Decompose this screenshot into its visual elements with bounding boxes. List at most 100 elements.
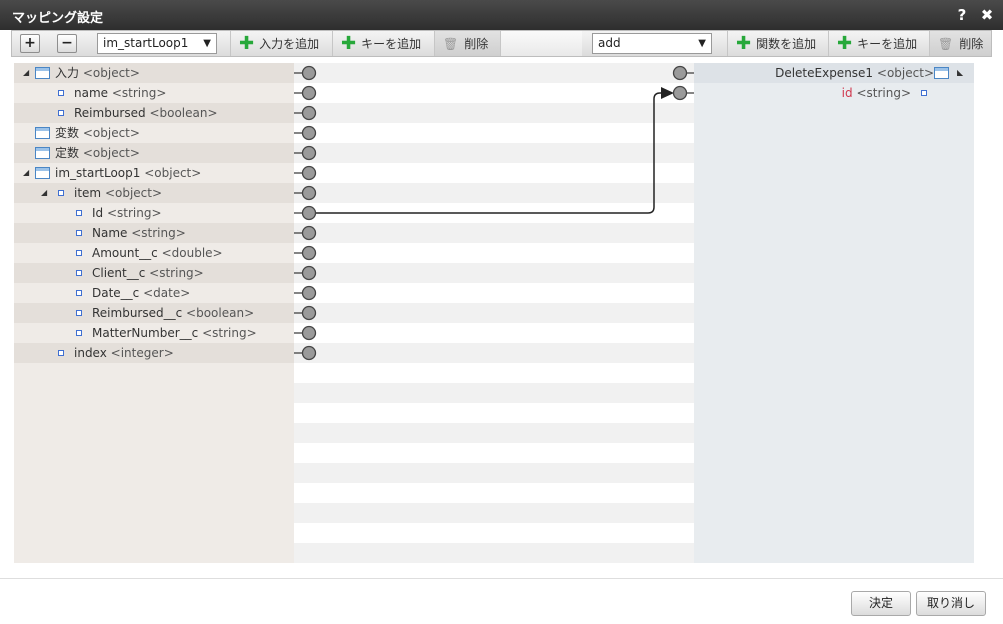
object-icon <box>35 167 50 179</box>
canvas-row <box>294 503 694 523</box>
source-tree-row[interactable]: name <string> <box>14 83 294 103</box>
canvas-row <box>294 183 694 203</box>
canvas-row <box>294 523 694 543</box>
node-type: <double> <box>161 246 223 260</box>
source-tree-row[interactable]: 変数 <object> <box>14 123 294 143</box>
canvas-row <box>294 243 694 263</box>
trash-icon: 🗑 <box>938 36 954 51</box>
canvas-row <box>294 63 694 83</box>
node-name: Reimbursed <box>74 106 146 120</box>
add-input-label: 入力を追加 <box>259 37 320 51</box>
trash-icon: 🗑 <box>443 36 459 51</box>
canvas-row <box>294 363 694 383</box>
canvas-row <box>294 263 694 283</box>
dialog-title: マッピング設定 <box>12 11 104 26</box>
node-name: 変数 <box>55 126 80 140</box>
node-name: Reimbursed__c <box>92 306 183 320</box>
canvas-row <box>294 303 694 323</box>
ok-button[interactable]: 決定 <box>851 591 911 616</box>
node-name: index <box>74 346 107 360</box>
function-select-value: add <box>598 36 621 50</box>
add-key-right-label: キーを追加 <box>857 37 918 51</box>
delete-right-button[interactable]: 🗑 削除 <box>929 31 991 56</box>
plus-icon: ✚ <box>239 32 255 54</box>
add-input-button[interactable]: ✚ 入力を追加 <box>230 31 330 56</box>
dialog-footer: 決定 取り消し <box>0 578 1003 624</box>
source-tree-row[interactable]: Amount__c <double> <box>14 243 294 263</box>
node-name: im_startLoop1 <box>55 166 141 180</box>
canvas-row <box>294 143 694 163</box>
delete-left-button[interactable]: 🗑 削除 <box>434 31 500 56</box>
node-type: <boolean> <box>149 106 218 120</box>
source-tree-row[interactable]: Name <string> <box>14 223 294 243</box>
node-name: 定数 <box>55 146 80 160</box>
add-key-right-button[interactable]: ✚ キーを追加 <box>828 31 928 56</box>
source-tree-panel: ◢ 入力 <object> name <string> Reimbursed <… <box>14 63 294 563</box>
mapping-toolbar: + − im_startLoop1 ▼ ✚ 入力を追加 ✚ キーを追加 🗑 削除… <box>11 30 992 57</box>
field-icon <box>76 270 82 276</box>
canvas-row <box>294 83 694 103</box>
expand-all-button[interactable]: + <box>20 34 40 53</box>
canvas-row <box>294 383 694 403</box>
field-icon <box>58 110 64 116</box>
canvas-row <box>294 423 694 443</box>
add-key-left-button[interactable]: ✚ キーを追加 <box>332 31 432 56</box>
mapping-canvas[interactable] <box>294 63 694 563</box>
plus-icon: ✚ <box>736 32 752 54</box>
field-icon <box>76 330 82 336</box>
source-select-value: im_startLoop1 <box>103 36 189 50</box>
node-name: Date__c <box>92 286 140 300</box>
add-function-button[interactable]: ✚ 関数を追加 <box>727 31 827 56</box>
target-tree-row[interactable]: DeleteExpense1 <object> ◣ <box>694 63 974 83</box>
target-tree-row[interactable]: id <string> <box>694 83 974 103</box>
source-tree-row[interactable]: Reimbursed <boolean> <box>14 103 294 123</box>
node-type: <string> <box>202 326 257 340</box>
expand-triangle-icon[interactable]: ◢ <box>41 183 47 203</box>
canvas-row <box>294 403 694 423</box>
canvas-row <box>294 103 694 123</box>
source-tree-row[interactable]: Id <string> <box>14 203 294 223</box>
node-type: <object> <box>144 166 202 180</box>
node-type: <object> <box>82 66 140 80</box>
object-icon <box>35 67 50 79</box>
expand-triangle-icon[interactable]: ◢ <box>23 163 29 183</box>
expand-triangle-icon[interactable]: ◣ <box>957 63 963 83</box>
function-select[interactable]: add ▼ <box>592 33 712 54</box>
node-name: Name <box>92 226 128 240</box>
expand-triangle-icon[interactable]: ◢ <box>23 63 29 83</box>
source-tree-row[interactable]: ◢ im_startLoop1 <object> <box>14 163 294 183</box>
plus-icon: ✚ <box>341 32 357 54</box>
node-name: Amount__c <box>92 246 158 260</box>
canvas-row <box>294 163 694 183</box>
field-icon <box>58 190 64 196</box>
canvas-row <box>294 343 694 363</box>
close-button[interactable]: ✖ <box>977 4 997 26</box>
delete-left-label: 削除 <box>464 37 489 51</box>
source-tree-row[interactable]: ◢ item <object> <box>14 183 294 203</box>
node-name: name <box>74 86 109 100</box>
node-type: <boolean> <box>186 306 255 320</box>
cancel-button[interactable]: 取り消し <box>916 591 986 616</box>
canvas-row <box>294 543 694 563</box>
source-select[interactable]: im_startLoop1 ▼ <box>97 33 217 54</box>
source-tree-row[interactable]: Reimbursed__c <boolean> <box>14 303 294 323</box>
node-type: <date> <box>143 286 191 300</box>
node-name: Id <box>92 206 104 220</box>
source-tree-row[interactable]: 定数 <object> <box>14 143 294 163</box>
object-icon <box>35 147 50 159</box>
collapse-all-button[interactable]: − <box>57 34 77 53</box>
node-type: <integer> <box>110 346 174 360</box>
source-tree-row[interactable]: Client__c <string> <box>14 263 294 283</box>
source-tree-row[interactable]: Date__c <date> <box>14 283 294 303</box>
help-button[interactable]: ? <box>952 4 972 26</box>
source-tree-row[interactable]: ◢ 入力 <object> <box>14 63 294 83</box>
canvas-row <box>294 483 694 503</box>
canvas-row <box>294 203 694 223</box>
field-icon <box>76 250 82 256</box>
source-tree-row[interactable]: index <integer> <box>14 343 294 363</box>
field-icon <box>76 290 82 296</box>
source-tree-row[interactable]: MatterNumber__c <string> <box>14 323 294 343</box>
node-type: <object> <box>876 66 934 80</box>
field-icon <box>76 310 82 316</box>
field-icon <box>76 230 82 236</box>
